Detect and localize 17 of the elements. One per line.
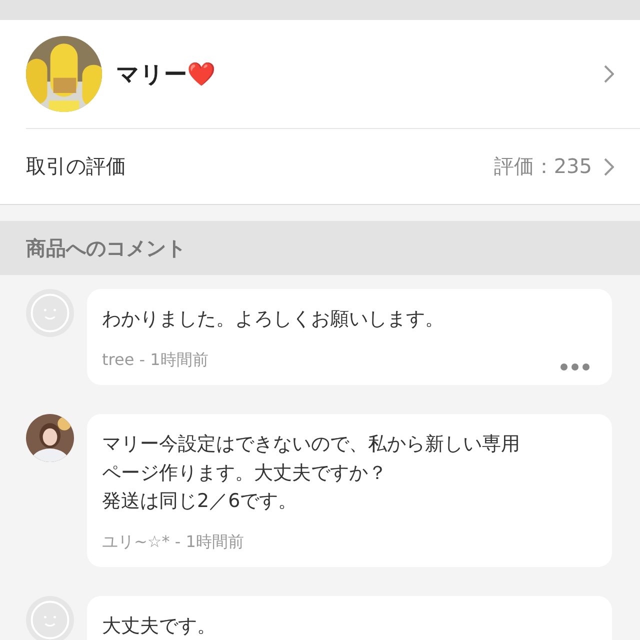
comment-line: 大丈夫です。 (102, 614, 216, 638)
default-avatar-icon (26, 289, 74, 337)
seller-name: マリー❤ (116, 60, 217, 90)
seller-row[interactable]: マリー❤ (0, 20, 640, 128)
section-title: 商品へのコメント (26, 234, 186, 262)
chevron-right-icon (604, 158, 614, 176)
comment-line: ページ作ります。大丈夫ですか？ (102, 460, 387, 486)
comment-meta: tree - 1時間前 (102, 350, 208, 370)
rating-label: 取引の評価 (26, 153, 127, 180)
rating-value: 評価：235 (494, 153, 592, 180)
chevron-right-icon (604, 65, 614, 83)
comment-meta: ユリ~☆* - 1時間前 (102, 532, 244, 552)
comment-line: わかりました。よろしくお願いします。 (102, 307, 444, 332)
rating-row[interactable]: 取引の評価 評価：235 (26, 128, 640, 204)
more-icon[interactable] (560, 363, 590, 371)
comment-line: 発送は同じ2／6です。 (102, 489, 298, 514)
comment-line: マリー今設定はできないので、私から新しい専用 (102, 432, 520, 457)
